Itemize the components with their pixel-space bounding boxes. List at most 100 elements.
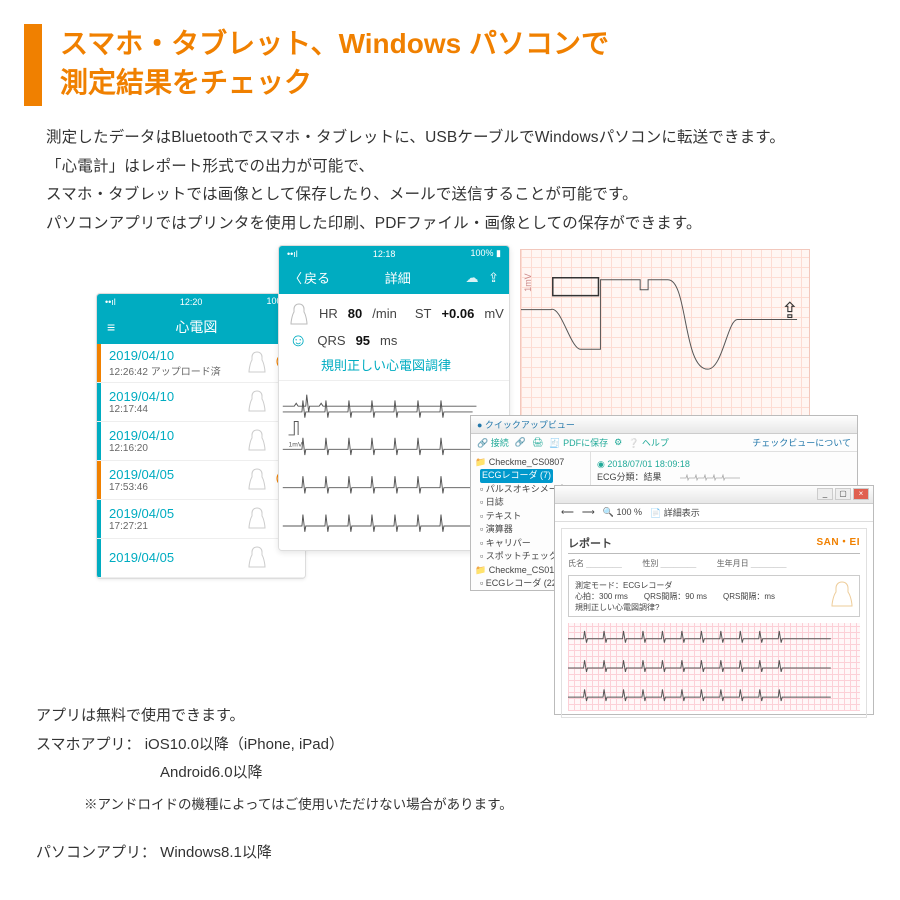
torso-icon [247,467,269,493]
battery-icon: 100% ▮ [471,248,501,259]
qrs-label: QRS [317,333,345,348]
page-title-2: 測定結果をチェック [60,63,609,102]
brand-logo: SAN・EI [816,533,860,548]
min-button[interactable]: _ [817,488,833,500]
footer-line: Android6.0以降 [36,759,513,788]
report-toolbar: ⟵ ⟶ 🔍 100 % 📄 詳細表示 [555,504,873,522]
mv-scale-label: 1mV [289,441,303,448]
torso-icon [247,545,269,571]
record-date: 2019/04/10 [109,348,247,363]
window-titlebar: ● クイックアップビュー [471,416,857,434]
hr-value: 80 [348,306,362,321]
clock: 12:18 [373,249,396,259]
header-title: 心電図 [175,317,217,337]
detail-title: 詳細 [385,268,411,287]
torso-icon [247,506,269,532]
chevron-left-icon: 〈 [289,268,302,287]
measurement-box: 測定モード：ECGレコーダ 心拍：300 rms QRS間隔：90 ms QRS… [568,575,860,617]
page-title-1: スマホ・タブレット、Windows パソコンで [60,24,609,63]
footer-line: アプリは無料で使用できます。 [36,702,513,731]
statusbar: ••ıl 12:18 100% ▮ [279,246,509,262]
back-label: 戻る [304,268,330,287]
next-page-button[interactable]: ⟶ [582,507,595,518]
footer-note: ※アンドロイドの機種によってはご使用いただけない場合があります。 [36,792,513,818]
torso-icon [829,580,855,610]
print-button[interactable]: 🖨 [532,437,543,448]
statusbar: ••ıl 12:20 100% ▮ [97,294,305,310]
footer-line: パソコンアプリ： Windows8.1以降 [36,839,513,868]
share-icon[interactable]: ⇪ [488,270,499,285]
cloud-icon[interactable]: ☁ [465,270,478,285]
footer-line: スマホアプリ： iOS10.0以降（iPhone, iPad） [36,731,513,760]
window-titlebar: _ ▢ × [555,486,873,504]
detail-header: 〈戻る 詳細 ☁ ⇪ [279,262,509,294]
ecg-list-item[interactable]: 2019/04/05 [97,539,305,578]
intro-line: 測定したデータはBluetoothでスマホ・タブレットに、USBケーブルでWin… [46,124,864,153]
pdf-button[interactable]: 🧾 PDFに保存 [549,436,608,449]
ecg-list-item[interactable]: 2019/04/1012:26:42 アップロード済 ☹ [97,344,305,383]
intro-line: パソコンアプリではプリンタを使用した印刷、PDFファイル・画像としての保存ができ… [46,210,864,239]
torso-icon [247,389,269,415]
about-link[interactable]: チェックビューについて [752,436,851,449]
record-time: 12:16:20 [109,443,247,454]
phone-screenshot-list: ••ıl 12:20 100% ▮ ≡ 心電図 👤 2019/04/1012:2… [96,293,306,579]
torso-icon [247,350,269,376]
detail-toggle[interactable]: 📄 詳細表示 [650,506,700,519]
entry-timestamp: ◉ 2018/07/01 18:09:18 [597,458,851,472]
box-codes: 心拍：300 rms QRS間隔：90 ms QRS間隔：ms [575,591,853,602]
mv-axis-label: 1mV [523,273,533,291]
windows-app-report: _ ▢ × ⟵ ⟶ 🔍 100 % 📄 詳細表示 SAN・EI レポート 氏名 … [554,485,874,715]
report-ecg-grid [568,623,860,711]
ecg-list-item[interactable]: 2019/04/0517:27:21 ☺ [97,500,305,539]
st-value: +0.06 [441,306,474,321]
menu-icon[interactable]: ≡ [107,319,115,335]
smile-icon: ☺ [289,330,307,351]
signal-icon: ••ıl [287,249,298,259]
connect-button[interactable]: 🔗 接続 [477,436,509,449]
record-time: 12:17:44 [109,404,247,415]
hr-unit: /min [372,306,397,321]
footer-text: アプリは無料で使用できます。 スマホアプリ： iOS10.0以降（iPhone,… [36,702,513,868]
signal-icon: ••ıl [105,297,116,307]
ecg-list-item[interactable]: 2019/04/1012:16:20 ☺ [97,422,305,461]
ecg-paper-strip: ⇪ 1mV [520,249,810,429]
record-time: 12:26:42 アップロード済 [109,363,247,378]
quick-view-label: ● クイックアップビュー [477,418,575,431]
field-name: 氏名 [568,558,622,569]
qrs-unit: ms [380,333,397,348]
ecg-trace: 1mV [521,250,809,429]
close-button[interactable]: × [853,488,869,500]
field-gender: 性別 [642,558,696,569]
report-page: SAN・EI レポート 氏名 性別 生年月日 測定モード：ECGレコーダ 心拍：… [561,528,867,718]
record-date: 2019/04/10 [109,428,247,443]
hr-label: HR [319,306,338,321]
settings-button[interactable]: ⚙ [614,437,622,448]
record-time: 17:53:46 [109,482,247,493]
help-button[interactable]: ❔ ヘルプ [628,436,669,449]
zoom-control[interactable]: 🔍 100 % [603,507,642,518]
prev-page-button[interactable]: ⟵ [561,507,574,518]
record-date: 2019/04/05 [109,550,247,565]
intro-paragraph: 測定したデータはBluetoothでスマホ・タブレットに、USBケーブルでWin… [0,106,900,239]
ecg-list-item[interactable]: 2019/04/1012:17:44 ☺ [97,383,305,422]
box-note: 規則正しい心電図調律? [575,602,853,613]
record-time: 17:27:21 [109,521,247,532]
st-label: ST [415,306,432,321]
clock: 12:20 [180,297,203,307]
box-mode: 測定モード：ECGレコーダ [575,580,853,591]
share-button[interactable]: 🔗 [515,437,526,448]
record-date: 2019/04/10 [109,389,247,404]
title-accent-bar [24,24,42,106]
st-unit: mV [484,306,504,321]
rhythm-message: 規則正しい心電図調律 [279,355,509,380]
back-button[interactable]: 〈戻る [289,268,330,287]
intro-line: 「心電計」はレポート形式での出力が可能で、 [46,153,864,182]
tree-item-selected[interactable]: ECGレコーダ (7) [480,469,553,483]
ecg-list-item[interactable]: 2019/04/0517:53:46 ☹ [97,461,305,500]
record-date: 2019/04/05 [109,467,247,482]
tree-root: Checkme_CS0807 [489,457,565,467]
intro-line: スマホ・タブレットでは画像として保存したり、メールで送信することが可能です。 [46,181,864,210]
entry-line: ECG分類：結果 [597,471,851,485]
toolbar: 🔗 接続 🔗 🖨 🧾 PDFに保存 ⚙ ❔ ヘルプ チェックビューについて [471,434,857,452]
max-button[interactable]: ▢ [835,488,851,500]
